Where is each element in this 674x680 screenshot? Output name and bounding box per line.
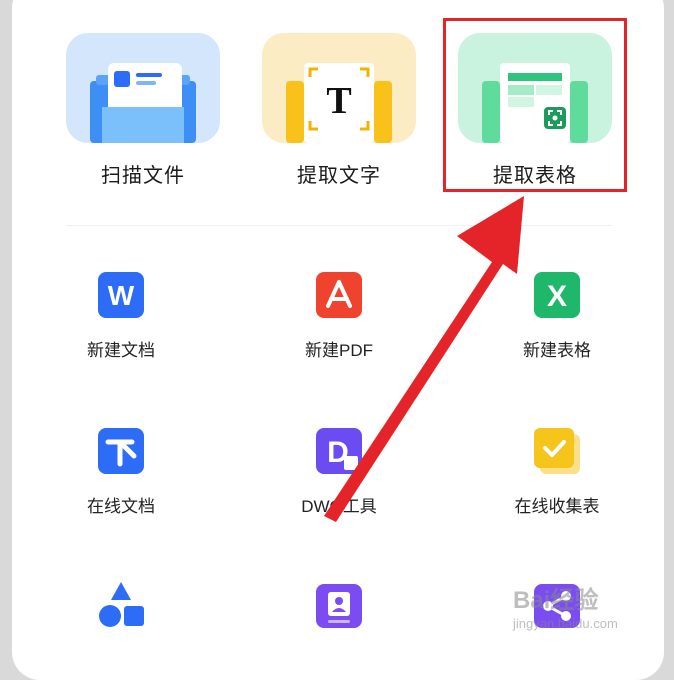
watermark-main: Bai经验 bbox=[513, 587, 599, 614]
annotation-arrow bbox=[324, 196, 524, 522]
watermark-sub: jingyan.baidu.com bbox=[513, 616, 618, 631]
watermark: Bai经验 jingyan.baidu.com bbox=[505, 572, 670, 642]
